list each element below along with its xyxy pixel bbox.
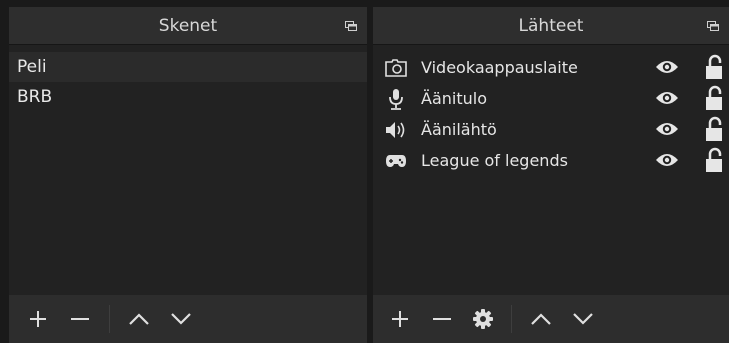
source-item[interactable]: Videokaappauslaite	[373, 52, 729, 83]
toolbar-separator	[511, 305, 512, 333]
source-item[interactable]: League of legends	[373, 145, 729, 176]
move-down-icon	[171, 313, 191, 325]
visibility-eye-icon[interactable]	[655, 120, 679, 138]
scene-item[interactable]: Peli	[9, 52, 367, 82]
move-down-icon	[573, 313, 593, 325]
scenes-dock: Skenet Peli BRB	[9, 7, 367, 343]
visibility-eye-icon[interactable]	[655, 58, 679, 76]
move-scene-up-button[interactable]	[118, 295, 160, 343]
sources-list[interactable]: Videokaappauslaite Äänitulo Äänilähtö Le…	[373, 52, 729, 289]
move-scene-down-button[interactable]	[160, 295, 202, 343]
settings-icon	[473, 309, 493, 329]
move-up-icon	[129, 313, 149, 325]
move-source-up-button[interactable]	[520, 295, 562, 343]
remove-icon	[71, 318, 89, 320]
undock-icon[interactable]	[707, 21, 719, 31]
gamepad-icon	[385, 150, 407, 172]
sources-dock: Lähteet Videokaappauslaite Äänitulo Ääni…	[373, 7, 729, 343]
add-scene-button[interactable]	[17, 295, 59, 343]
visibility-eye-icon[interactable]	[655, 151, 679, 169]
scenes-list[interactable]: Peli BRB	[9, 52, 367, 289]
add-icon	[30, 311, 46, 327]
microphone-icon	[385, 88, 407, 110]
unlocked-padlock-icon[interactable]	[705, 147, 723, 173]
unlocked-padlock-icon[interactable]	[705, 116, 723, 142]
sources-toolbar	[373, 295, 729, 343]
remove-source-button[interactable]	[421, 295, 463, 343]
scenes-dock-title: Skenet	[158, 15, 218, 36]
source-item[interactable]: Äänitulo	[373, 83, 729, 114]
visibility-eye-icon[interactable]	[655, 89, 679, 107]
source-label: Äänitulo	[421, 89, 487, 108]
source-label: League of legends	[421, 151, 568, 170]
remove-icon	[433, 318, 451, 320]
speaker-icon	[385, 119, 407, 141]
add-source-button[interactable]	[379, 295, 421, 343]
source-properties-button[interactable]	[463, 295, 503, 343]
source-label: Äänilähtö	[421, 120, 497, 139]
sources-dock-title: Lähteet	[518, 15, 584, 36]
unlocked-padlock-icon[interactable]	[705, 54, 723, 80]
source-item[interactable]: Äänilähtö	[373, 114, 729, 145]
source-label: Videokaappauslaite	[421, 58, 578, 77]
sources-dock-title-bar[interactable]: Lähteet	[373, 7, 729, 45]
toolbar-separator	[109, 305, 110, 333]
scenes-toolbar	[9, 295, 367, 343]
remove-scene-button[interactable]	[59, 295, 101, 343]
move-up-icon	[531, 313, 551, 325]
unlocked-padlock-icon[interactable]	[705, 85, 723, 111]
add-icon	[392, 311, 408, 327]
camera-icon	[385, 57, 407, 79]
scene-item[interactable]: BRB	[9, 82, 367, 112]
undock-icon[interactable]	[345, 21, 357, 31]
move-source-down-button[interactable]	[562, 295, 604, 343]
scenes-dock-title-bar[interactable]: Skenet	[9, 7, 367, 45]
